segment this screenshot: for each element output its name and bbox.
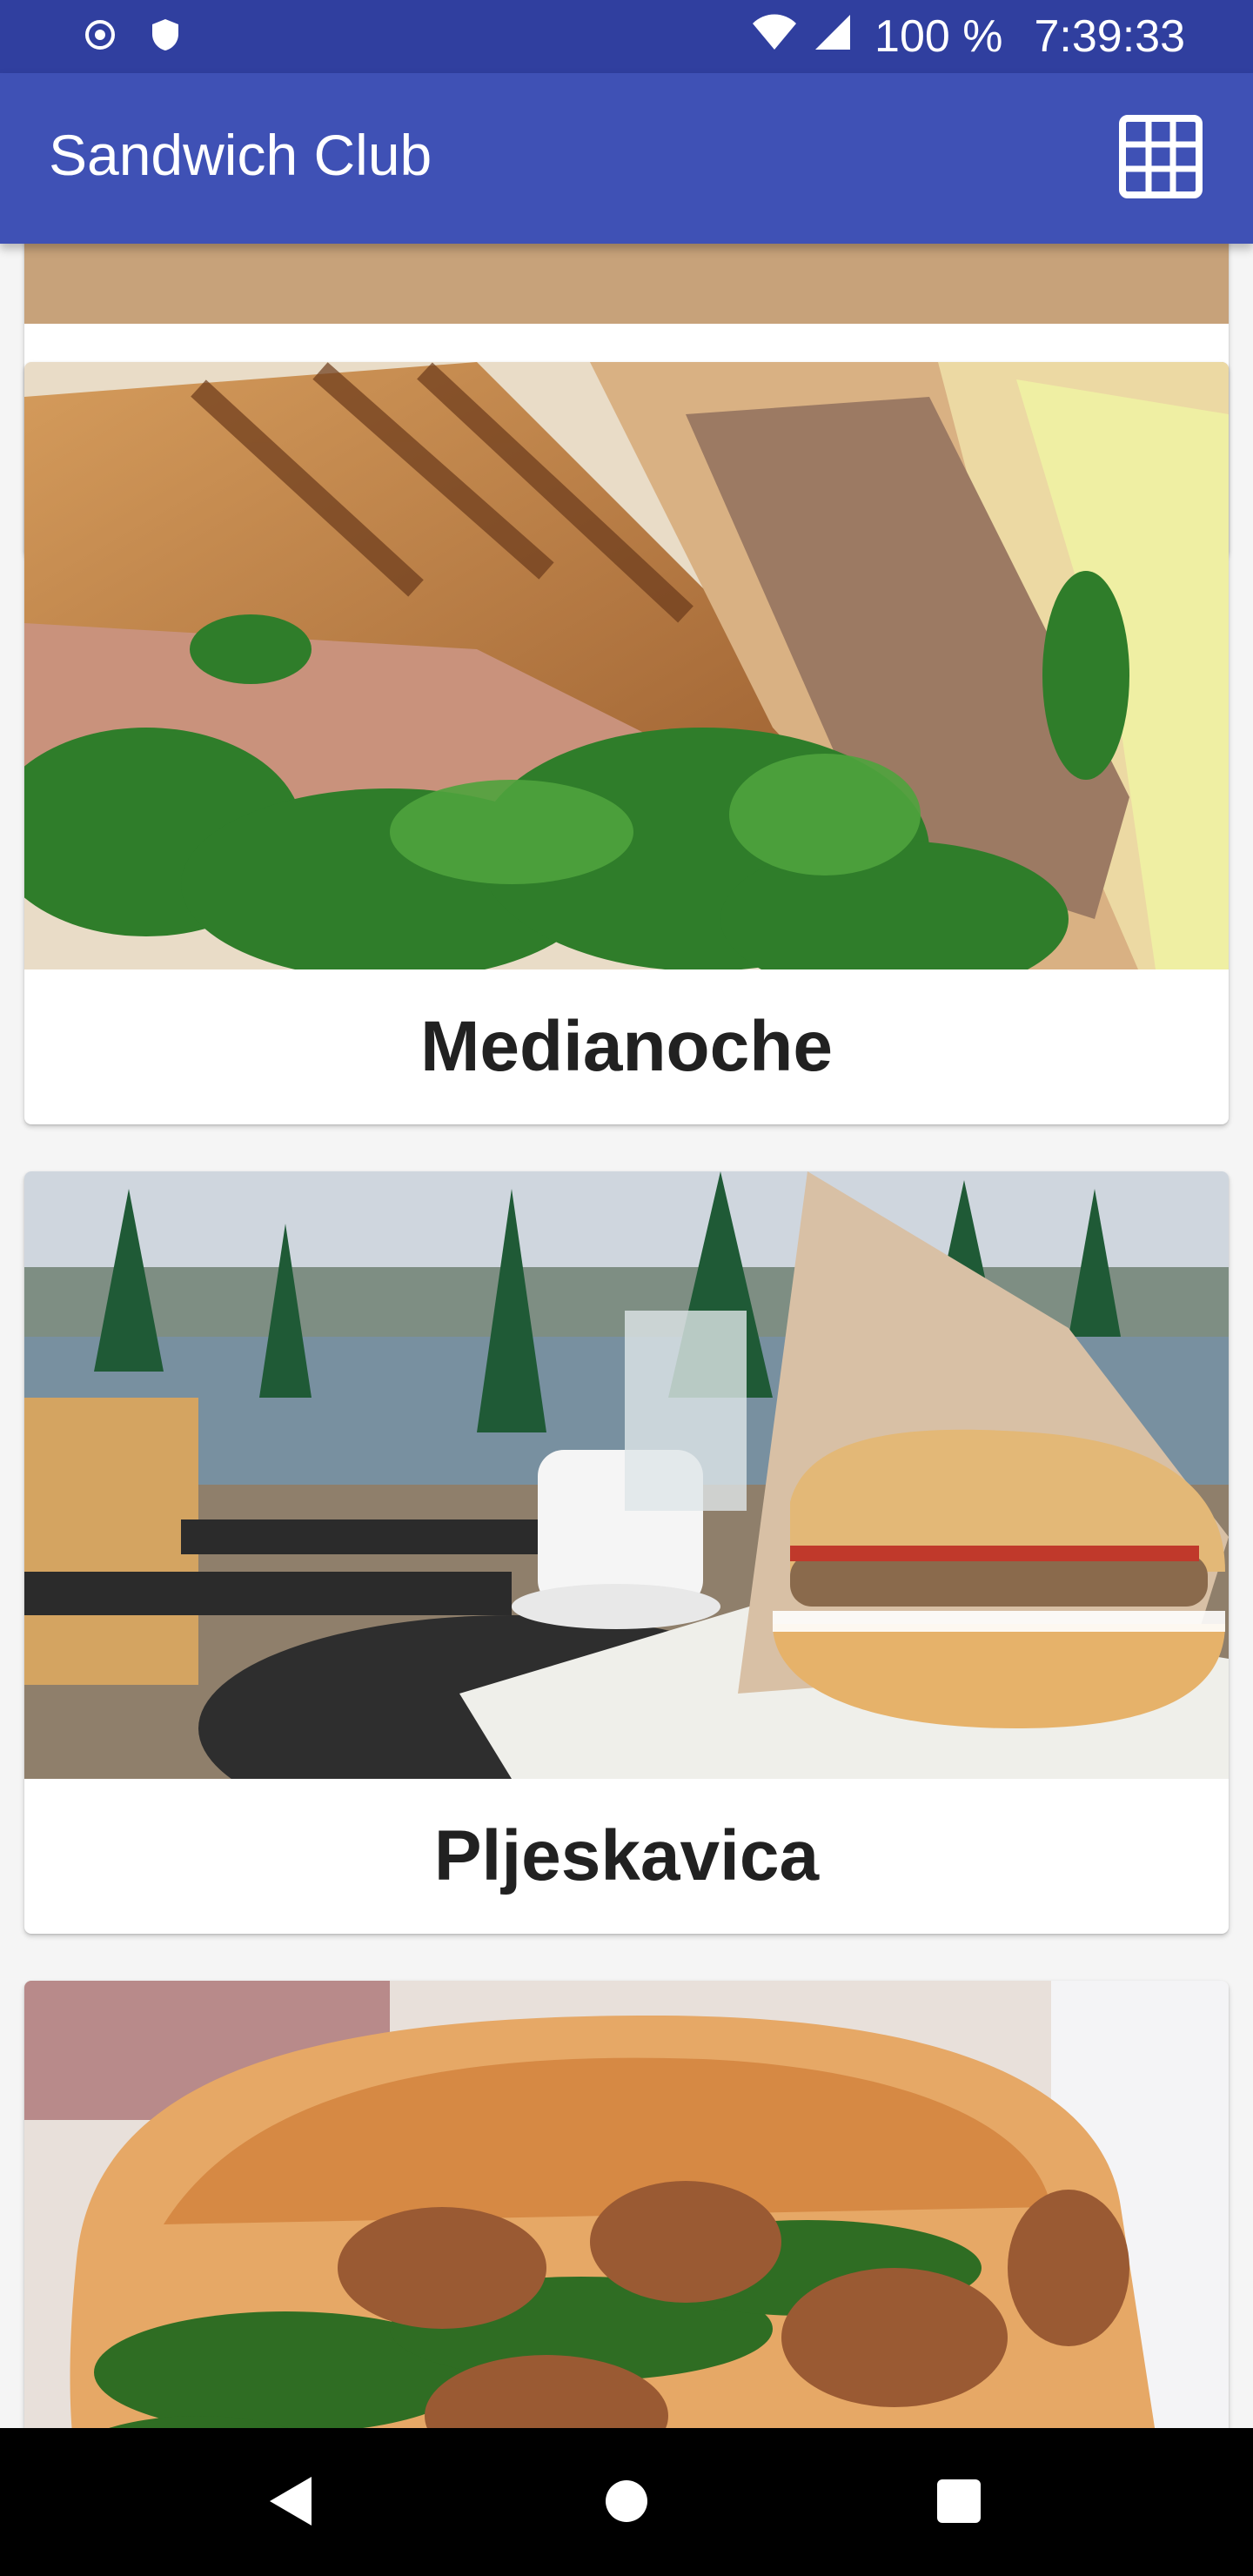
sandwich-card[interactable] [24,1981,1229,2428]
back-button[interactable] [258,2470,324,2536]
navigation-bar [0,2428,1253,2576]
status-bar: 100 % 7:39:33 [0,0,1253,73]
status-right-group: 100 % 7:39:33 [751,10,1185,63]
sandwich-card[interactable]: Pljeskavica [24,1171,1229,1934]
screen: 100 % 7:39:33 Sandwich Club Medianoche P… [0,0,1253,2576]
app-bar: Sandwich Club [0,73,1253,244]
back-icon [266,2475,315,2532]
cellular-signal-icon [814,10,852,63]
record-icon [84,18,117,56]
sandwich-image [24,244,1229,324]
grid-view-icon [1119,114,1203,203]
sandwich-list[interactable]: Gua bao [0,244,1253,2428]
home-button[interactable] [593,2470,660,2536]
battery-text: 100 % [874,11,1003,62]
sandwich-name: Medianoche [420,1007,833,1086]
status-left-icons [84,17,181,57]
sandwich-card[interactable]: Medianoche [24,362,1229,1124]
grid-view-button[interactable] [1116,113,1206,204]
sandwich-name: Pljeskavica [433,1816,820,1895]
home-icon [604,2479,649,2528]
sandwich-image [24,362,1229,969]
app-title: Sandwich Club [49,123,432,187]
shield-icon [150,17,181,57]
recents-button[interactable] [926,2470,992,2536]
clock: 7:39:33 [1034,11,1186,62]
recents-icon [935,2478,982,2529]
sandwich-image [24,1981,1229,2428]
sandwich-image [24,1171,1229,1779]
wifi-icon [751,10,798,63]
